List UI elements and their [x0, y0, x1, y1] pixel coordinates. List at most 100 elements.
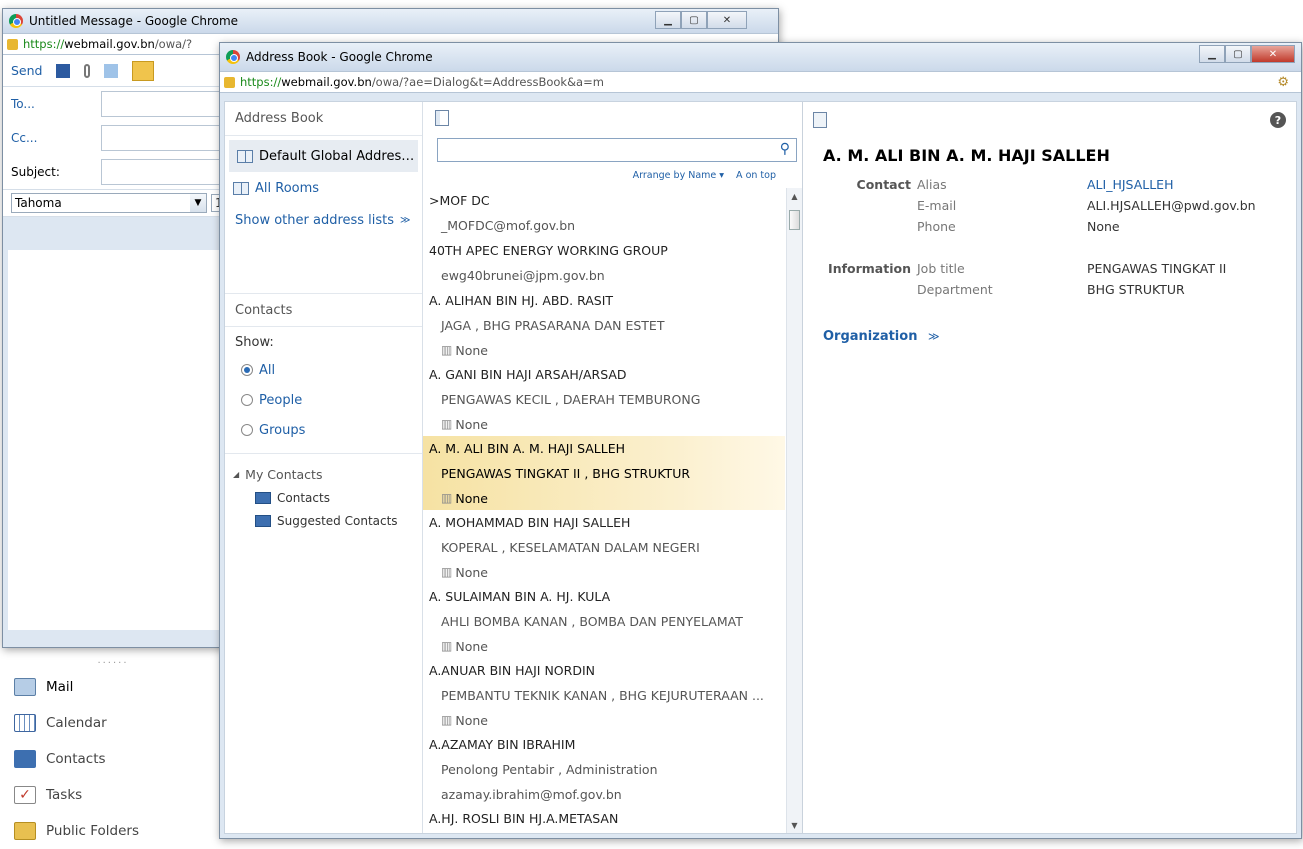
entry-subtitle: PENGAWAS KECIL , DAERAH TEMBURONG [441, 391, 701, 407]
contacts-icon [14, 750, 36, 768]
nav-tasks[interactable]: ✓ Tasks [8, 777, 218, 813]
entry-subtitle: PENGAWAS TINGKAT II , BHG STRUKTUR [441, 465, 691, 481]
address-book-icon[interactable] [132, 60, 155, 81]
compose-title: Untitled Message - Google Chrome [29, 14, 239, 28]
entry-phone: azamay.ibrahim@mof.gov.bn [429, 782, 785, 806]
maximize-button[interactable]: ▢ [681, 11, 707, 29]
nav-label: Public Folders [46, 823, 139, 839]
mail-icon [14, 678, 36, 696]
nav-calendar[interactable]: Calendar [8, 705, 218, 741]
entry-name: A.AZAMAY BIN IBRAHIM [429, 736, 576, 752]
add-to-contacts-icon[interactable] [813, 112, 827, 128]
list-item[interactable]: A. SULAIMAN BIN A. HJ. KULA AHLI BOMBA KA… [423, 584, 785, 658]
alias-value[interactable]: ALI_HJSALLEH [1087, 177, 1296, 198]
tree-item-contacts[interactable]: Contacts [225, 486, 422, 509]
entry-subtitle: KOPERAL , KESELAMATAN DALAM NEGERI [441, 539, 700, 555]
address-list-panel: ⚲ Arrange by Name ▾ A on top >MOF DC _MOF… [423, 102, 803, 833]
nav-mail[interactable]: Mail [8, 669, 218, 705]
tree-label: Contacts [277, 490, 330, 505]
scroll-down-arrow[interactable]: ▼ [787, 817, 802, 833]
email-value: ALI.HJSALLEH@pwd.gov.bn [1087, 198, 1256, 213]
address-book-url-bar[interactable]: https://webmail.gov.bn/owa/?ae=Dialog&t=… [220, 71, 1301, 93]
contact-heading: Contact [856, 177, 911, 192]
building-icon: ▥ [441, 417, 453, 431]
list-view-icon[interactable] [435, 110, 449, 126]
phone-label: Phone [917, 219, 956, 234]
list-item[interactable]: A. MOHAMMAD BIN HAJI SALLEH KOPERAL , KES… [423, 510, 785, 584]
cc-button[interactable]: Cc... [11, 131, 101, 145]
list-item[interactable]: >MOF DC _MOFDC@mof.gov.bn [423, 188, 785, 238]
radio-button[interactable] [241, 394, 253, 406]
lock-icon [224, 76, 235, 88]
font-name: Tahoma [15, 196, 62, 210]
list-item[interactable]: A. GANI BIN HAJI ARSAH/ARSAD PENGAWAS KEC… [423, 362, 785, 436]
nav-contacts[interactable]: Contacts [8, 741, 218, 777]
organization-toggle[interactable]: Organization ≫ [803, 329, 1296, 344]
arrange-by-button[interactable]: Arrange by Name ▾ [633, 170, 724, 181]
entry-name: A. ALIHAN BIN HJ. ABD. RASIT [429, 292, 614, 308]
tree-item-suggested-contacts[interactable]: Suggested Contacts [225, 509, 422, 532]
attach-icon[interactable] [84, 63, 91, 78]
filter-groups[interactable]: Groups [225, 415, 422, 445]
list-item[interactable]: A. ALIHAN BIN HJ. ABD. RASIT JAGA , BHG P… [423, 288, 785, 362]
contact-detail-panel: ? A. M. ALI BIN A. M. HAJI SALLEH Contac… [803, 102, 1296, 833]
entry-phone-text: azamay.ibrahim@mof.gov.bn [441, 786, 622, 802]
address-book-left-panel: Address Book Default Global Addres… All … [225, 102, 423, 833]
close-button[interactable]: ✕ [1251, 45, 1295, 63]
building-icon: ▥ [441, 343, 453, 357]
insert-picture-icon[interactable] [104, 63, 119, 78]
default-global-address-list[interactable]: Default Global Addres… [229, 140, 418, 172]
nav-label: Mail [46, 679, 74, 695]
compose-titlebar[interactable]: Untitled Message - Google Chrome ▁ ▢ ✕ [3, 9, 778, 33]
nav-label: Tasks [46, 787, 83, 803]
chevron-down-icon: ▼ [190, 194, 206, 212]
compose-body[interactable] [8, 250, 223, 630]
nav-resize-grip[interactable]: ...... [8, 655, 218, 669]
extension-icon[interactable]: ⚙ [1277, 75, 1289, 90]
list-item[interactable]: A.AZAMAY BIN IBRAHIM Penolong Pentabir , … [423, 732, 785, 806]
font-select[interactable]: Tahoma ▼ [11, 193, 207, 213]
search-icon[interactable]: ⚲ [780, 141, 790, 157]
subject-label: Subject: [11, 165, 60, 179]
entry-phone-text: None [455, 342, 488, 358]
list-label: All Rooms [255, 180, 320, 196]
help-icon[interactable]: ? [1270, 112, 1286, 128]
radio-button[interactable] [241, 364, 253, 376]
close-button[interactable]: ✕ [707, 11, 747, 29]
maximize-button[interactable]: ▢ [1225, 45, 1251, 63]
list-item[interactable]: A.HJ. ROSLI BIN HJ.A.METASAN [423, 806, 785, 830]
tree-label: Suggested Contacts [277, 513, 398, 528]
tasks-icon: ✓ [14, 786, 36, 804]
nav-public-folders[interactable]: Public Folders [8, 813, 218, 849]
list-item[interactable]: A. M. ALI BIN A. M. HAJI SALLEH PENGAWAS … [423, 436, 785, 510]
search-box[interactable]: ⚲ [437, 138, 797, 162]
scroll-up-arrow[interactable]: ▲ [787, 188, 802, 204]
contact-list: >MOF DC _MOFDC@mof.gov.bn 40TH APEC ENERGY… [423, 188, 785, 833]
show-other-address-lists[interactable]: Show other address lists ≫ [225, 204, 422, 236]
address-book-titlebar[interactable]: Address Book - Google Chrome ▁ ▢ ✕ [220, 43, 1301, 71]
to-button[interactable]: To... [11, 97, 101, 111]
show-label: Show: [235, 335, 274, 350]
entry-phone-text: None [455, 416, 488, 432]
list-scrollbar[interactable]: ▲ ▼ [786, 188, 802, 833]
address-book-header: Address Book [225, 102, 422, 136]
minimize-button[interactable]: ▁ [1199, 45, 1225, 63]
address-book-title: Address Book - Google Chrome [246, 50, 433, 64]
all-rooms-list[interactable]: All Rooms [225, 172, 422, 204]
information-heading: Information [828, 261, 911, 276]
filter-people[interactable]: People [225, 385, 422, 415]
send-button[interactable]: Send [11, 63, 42, 78]
radio-button[interactable] [241, 424, 253, 436]
filter-all[interactable]: All [225, 355, 422, 385]
search-input[interactable] [438, 139, 768, 161]
list-item[interactable]: A.ANUAR BIN HAJI NORDIN PEMBANTU TEKNIK K… [423, 658, 785, 732]
my-contacts-node[interactable]: ◢ My Contacts [225, 462, 422, 486]
save-icon[interactable] [56, 63, 71, 78]
minimize-button[interactable]: ▁ [655, 11, 681, 29]
entry-phone: ▥ None [429, 338, 785, 362]
entry-name: 40TH APEC ENERGY WORKING GROUP [429, 242, 668, 258]
url-path: /owa/?ae=Dialog&t=AddressBook&a=m [371, 75, 604, 89]
list-item[interactable]: 40TH APEC ENERGY WORKING GROUP ewg40brune… [423, 238, 785, 288]
scroll-thumb[interactable] [789, 210, 800, 230]
sort-order-button[interactable]: A on top [736, 170, 776, 181]
